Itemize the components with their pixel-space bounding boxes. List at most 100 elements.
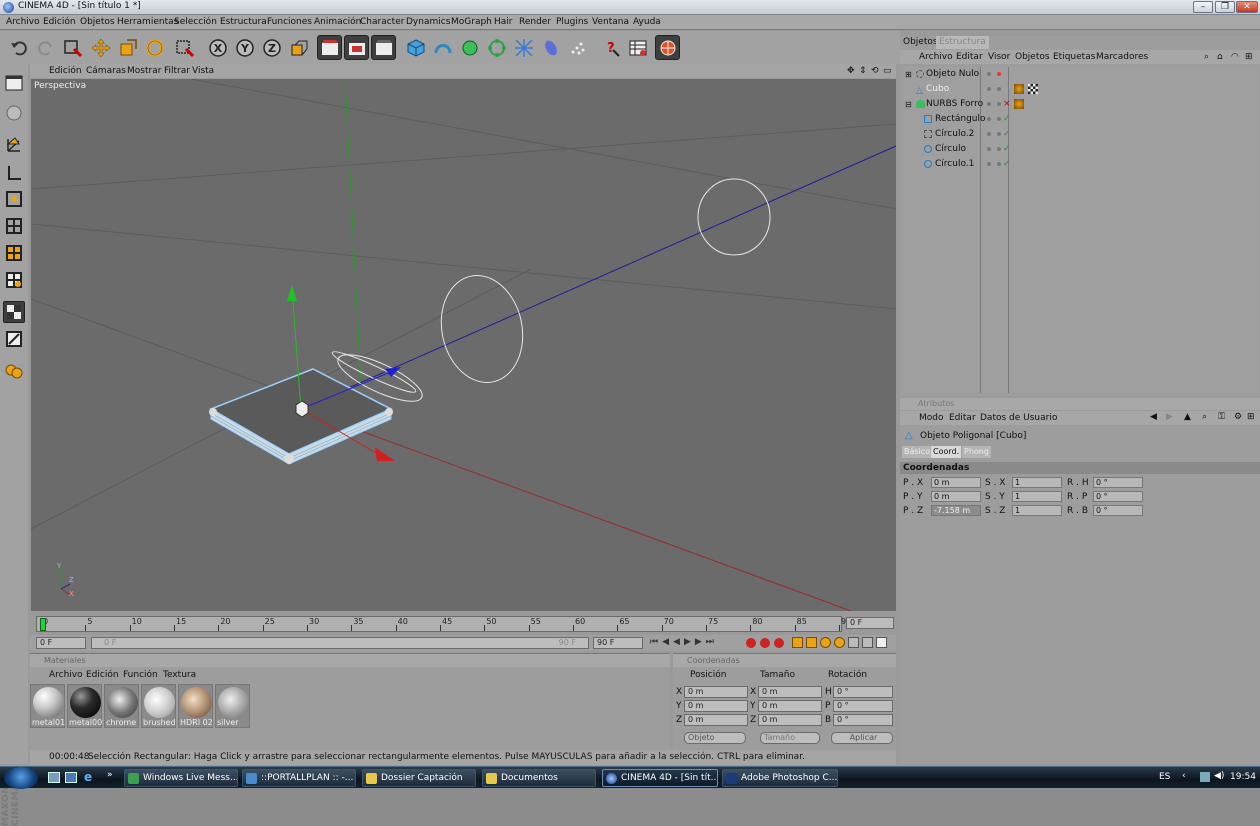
viewport-move-icon[interactable]: ✥ [847, 66, 855, 76]
render-picture-viewer-icon[interactable] [344, 35, 369, 60]
material-item[interactable]: chrome [104, 684, 139, 728]
taskbar-item[interactable]: CINEMA 4D - [Sin tít... [602, 769, 718, 787]
objects-new-window-icon[interactable]: ⊞ [1245, 52, 1253, 62]
collapse-icon[interactable]: ⊟ [905, 97, 912, 112]
menu-archivo[interactable]: Archivo [6, 17, 40, 27]
position-x-field[interactable]: 0 m [684, 686, 748, 698]
render-view-icon[interactable] [317, 35, 342, 60]
scene-icon[interactable] [538, 35, 563, 60]
render-visibility-dot[interactable] [997, 147, 1001, 151]
tab-estructura[interactable]: Estructura [936, 36, 989, 49]
soft-selection-icon[interactable] [3, 360, 25, 382]
autokey-icon[interactable] [760, 638, 770, 648]
taskbar-item[interactable]: Adobe Photoshop C... [722, 769, 838, 787]
rot-h-field[interactable]: 0 ° [1093, 477, 1143, 488]
pla-key-icon[interactable] [848, 637, 859, 648]
render-visibility-dot[interactable] [997, 72, 1001, 76]
menu-dynamics[interactable]: Dynamics [406, 17, 450, 27]
project-settings-icon[interactable] [625, 35, 650, 60]
tab-objetos[interactable]: Objetos [900, 36, 941, 49]
undo-icon[interactable] [6, 35, 31, 60]
menu-plugins[interactable]: Plugins [556, 17, 588, 27]
current-frame-field[interactable]: 0 F [846, 617, 894, 629]
render-visibility-dot[interactable] [997, 162, 1001, 166]
object-axis-icon[interactable] [3, 134, 25, 156]
objects-view-icon[interactable]: ◠ [1231, 52, 1239, 62]
taskbar-item[interactable]: Dossier Captación [362, 769, 476, 787]
menu-render[interactable]: Render [519, 17, 551, 27]
live-selection-icon[interactable] [60, 35, 85, 60]
minimize-button[interactable]: – [1193, 1, 1213, 13]
menu-character[interactable]: Character [360, 17, 404, 27]
timeline-ruler[interactable]: 051015202530354045505560657075808590 [36, 616, 851, 632]
timeline[interactable]: 051015202530354045505560657075808590 0 F [30, 613, 896, 633]
phong-tag-icon[interactable] [1014, 84, 1024, 94]
playback-buttons[interactable]: ⏮◀◀▶▶⏭ [650, 637, 740, 649]
object-row[interactable]: Círculo.2 ✓ [902, 127, 1258, 142]
position-key-icon[interactable] [792, 637, 803, 648]
objects-menu-archivo[interactable]: Archivo [919, 52, 953, 62]
start-frame-field[interactable]: 0 F [36, 637, 86, 649]
disabled-x-icon[interactable]: × [1003, 97, 1011, 112]
keyframe-icon[interactable] [774, 638, 784, 648]
particle-icon[interactable] [565, 35, 590, 60]
lock-icon[interactable]: ⚿ [1218, 412, 1225, 422]
editor-visibility-dot[interactable] [987, 162, 991, 166]
taskbar-item[interactable]: Windows Live Mess... [124, 769, 238, 787]
menu-estructura[interactable]: Estructura [220, 17, 267, 27]
objects-menu-marcadores[interactable]: Marcadores [1096, 52, 1148, 62]
maximize-button[interactable]: ❐ [1215, 1, 1235, 13]
materials-menu-archivo[interactable]: Archivo [49, 670, 83, 680]
apply-button[interactable]: Aplicar [831, 732, 893, 744]
rotation-h-field[interactable]: 0 ° [833, 686, 893, 698]
tray-expand-icon[interactable]: ‹ [1182, 771, 1186, 781]
playhead-marker[interactable] [40, 618, 46, 631]
attributes-new-window-icon[interactable]: ⊞ [1247, 412, 1255, 422]
editor-visibility-dot[interactable] [987, 117, 991, 121]
layout-icon[interactable] [3, 72, 25, 94]
forward-arrow-icon[interactable]: ▶ [1166, 412, 1173, 422]
menu-mograph[interactable]: MoGraph [451, 17, 492, 27]
nurbs-icon[interactable] [457, 35, 482, 60]
object-row[interactable]: △ Cubo [902, 82, 1258, 97]
coord-mode-select[interactable]: Objeto [684, 732, 746, 744]
end-frame-field[interactable]: 90 F [593, 637, 643, 649]
axis-icon[interactable] [3, 162, 25, 184]
render-settings-icon[interactable] [371, 35, 396, 60]
up-arrow-icon[interactable]: ▲ [1184, 412, 1191, 422]
viewport-menu-edicion[interactable]: Edición [49, 66, 82, 76]
rect-selection-icon[interactable] [172, 35, 197, 60]
objects-menu-objetos[interactable]: Objetos [1015, 52, 1050, 62]
menu-ayuda[interactable]: Ayuda [633, 17, 661, 27]
z-axis-icon[interactable]: Z [259, 35, 284, 60]
edges-mode-icon[interactable] [3, 215, 25, 237]
tab-phong[interactable]: Phong [962, 446, 991, 458]
editor-visibility-dot[interactable] [987, 72, 991, 76]
position-y-field[interactable]: 0 m [684, 700, 748, 712]
x-axis-icon[interactable]: X [205, 35, 230, 60]
start-button[interactable] [4, 767, 38, 789]
editor-visibility-dot[interactable] [987, 87, 991, 91]
menu-animacion[interactable]: Animación [314, 17, 361, 27]
attributes-settings-icon[interactable]: ⚙ [1234, 412, 1242, 422]
menu-objetos[interactable]: Objetos [80, 17, 115, 27]
materials-menu-edicion[interactable]: Edición [86, 670, 119, 680]
size-z-field[interactable]: 0 m [758, 714, 822, 726]
object-row[interactable]: Círculo.1 ✓ [902, 157, 1258, 172]
rotate-icon[interactable] [142, 35, 167, 60]
render-visibility-dot[interactable] [997, 132, 1001, 136]
rotation-b-field[interactable]: 0 ° [833, 714, 893, 726]
array-icon[interactable] [484, 35, 509, 60]
texture-mode-icon[interactable] [3, 269, 25, 291]
scale-z-field[interactable]: 1 [1012, 505, 1062, 516]
taskbar-item[interactable]: ::PORTALLPLAN :: -... [242, 769, 356, 787]
objects-home-icon[interactable]: ⌂ [1217, 52, 1223, 62]
enabled-check-icon[interactable]: ✓ [1003, 142, 1011, 157]
record-buttons[interactable] [746, 637, 786, 649]
record-icon[interactable] [746, 638, 756, 648]
object-row[interactable]: Rectángulo ✓ [902, 112, 1258, 127]
material-item[interactable]: metal003 [67, 684, 102, 728]
enabled-check-icon[interactable]: ✓ [1003, 157, 1011, 172]
pos-x-field[interactable]: 0 m [931, 477, 981, 488]
web-icon[interactable] [655, 35, 680, 60]
